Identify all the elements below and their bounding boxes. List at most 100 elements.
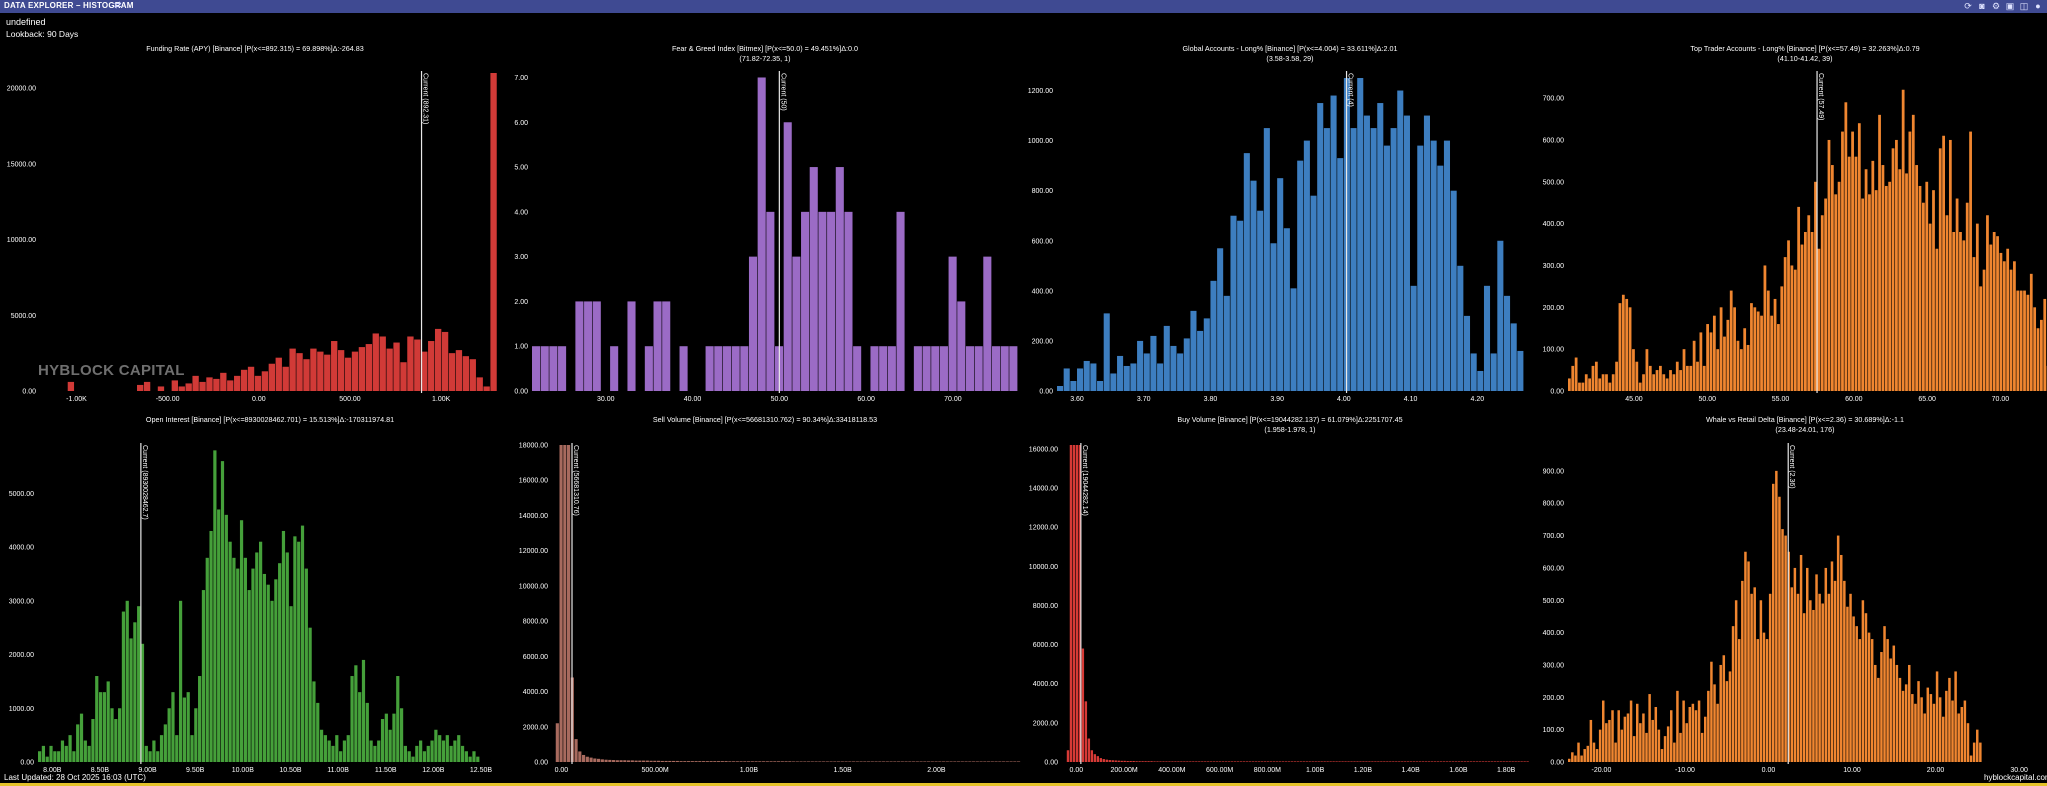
histogram-bar bbox=[1595, 749, 1599, 762]
histogram-bar bbox=[1849, 593, 1852, 762]
histogram-bar bbox=[1580, 755, 1583, 762]
histogram-bar bbox=[1571, 752, 1574, 762]
histogram-bar bbox=[1957, 713, 1960, 762]
y-tick-label: 900.00 bbox=[1543, 468, 1565, 475]
histogram-bar bbox=[1979, 742, 1982, 762]
x-tick-label: 10.00 bbox=[1843, 767, 1861, 774]
y-tick-label: 200.00 bbox=[1543, 695, 1565, 702]
histogram-bar bbox=[1598, 729, 1602, 762]
chart-title: Whale vs Retail Delta [Binance] [P(x<=2.… bbox=[1706, 415, 1904, 424]
site-label: hyblockcapital.com bbox=[1984, 773, 2047, 782]
histogram-bar bbox=[1710, 661, 1713, 762]
histogram-bar bbox=[1852, 616, 1855, 762]
histogram-bar bbox=[1663, 736, 1667, 762]
histogram-bar bbox=[1605, 723, 1608, 762]
histogram-bar bbox=[1614, 742, 1617, 762]
histogram-bar bbox=[1716, 703, 1719, 762]
histogram-bar bbox=[1731, 626, 1735, 762]
histogram-bar bbox=[1719, 664, 1722, 762]
histogram-bar bbox=[1728, 671, 1732, 762]
histogram-bar bbox=[1759, 600, 1763, 762]
histogram-bar bbox=[1877, 677, 1880, 762]
histogram-bar bbox=[1722, 655, 1726, 762]
histogram-bar bbox=[1908, 664, 1911, 762]
histogram-bar bbox=[1951, 700, 1954, 762]
histogram-bar bbox=[1648, 694, 1651, 762]
histogram-bar bbox=[1966, 723, 1970, 762]
histogram-bar bbox=[1623, 716, 1627, 762]
histogram-bar bbox=[1586, 745, 1590, 762]
x-tick-label: -10.00 bbox=[1675, 767, 1695, 774]
histogram-bar bbox=[1920, 697, 1923, 762]
histogram-bar bbox=[1642, 713, 1645, 762]
histogram-bar bbox=[1889, 658, 1892, 762]
histogram-bar bbox=[1753, 587, 1756, 762]
histogram-bar bbox=[1895, 664, 1899, 762]
histogram-bar bbox=[1855, 626, 1858, 762]
histogram-bar bbox=[1778, 496, 1781, 762]
histogram-bar bbox=[1660, 749, 1664, 762]
y-tick-label: 0.00 bbox=[1550, 760, 1564, 767]
histogram-bar bbox=[1954, 671, 1957, 762]
histogram-bar bbox=[1840, 554, 1843, 762]
histogram-bar bbox=[1827, 593, 1831, 762]
histogram-bar bbox=[1781, 529, 1784, 762]
histogram-bar bbox=[1867, 632, 1871, 762]
histogram-bar bbox=[1917, 681, 1920, 762]
histogram-bar bbox=[1824, 567, 1828, 762]
histogram-bar bbox=[1883, 626, 1886, 762]
histogram-bar bbox=[1602, 700, 1605, 762]
histogram-bar bbox=[1704, 716, 1707, 762]
histogram-bar bbox=[1577, 742, 1580, 762]
y-tick-label: 600.00 bbox=[1543, 565, 1565, 572]
y-tick-label: 100.00 bbox=[1543, 727, 1565, 734]
histogram-bar bbox=[1846, 606, 1849, 762]
histogram-bar bbox=[1691, 703, 1695, 762]
histogram-bar bbox=[1725, 681, 1729, 762]
histogram-bar bbox=[1960, 707, 1964, 762]
y-tick-label: 400.00 bbox=[1543, 630, 1565, 637]
histogram-bar bbox=[1874, 664, 1877, 762]
histogram-bar bbox=[1836, 535, 1840, 762]
histogram-bar bbox=[1815, 574, 1818, 762]
histogram-bar bbox=[1654, 707, 1658, 762]
histogram-bar bbox=[1744, 551, 1747, 762]
histogram-bar bbox=[1583, 749, 1586, 762]
last-updated-label: Last Updated: 28 Oct 2025 16:03 (UTC) bbox=[4, 773, 146, 782]
histogram-bar bbox=[1942, 716, 1945, 762]
histogram-bar bbox=[1793, 567, 1797, 762]
chart-subtitle: (23.48-24.01, 176) bbox=[1775, 425, 1834, 434]
histogram-panel-8: Whale vs Retail Delta [Binance] [P(x<=2.… bbox=[1543, 415, 2028, 774]
histogram-bar bbox=[1821, 603, 1824, 762]
histogram-bar bbox=[1938, 697, 1942, 762]
histogram-bar bbox=[1886, 639, 1889, 762]
x-tick-label: 0.00 bbox=[1762, 767, 1776, 774]
histogram-bar bbox=[1713, 684, 1716, 762]
histogram-bar bbox=[1629, 700, 1633, 762]
histogram-bar bbox=[1750, 593, 1753, 762]
histogram-bar bbox=[1812, 609, 1815, 762]
histogram-bar bbox=[1976, 729, 1979, 762]
histogram-bar bbox=[1645, 732, 1648, 762]
histogram-bar bbox=[1858, 639, 1862, 762]
histogram-bar bbox=[1790, 587, 1794, 762]
histogram-bar bbox=[1626, 713, 1630, 762]
histogram-bar bbox=[1768, 593, 1772, 762]
histogram-bar bbox=[1651, 719, 1654, 762]
histogram-bar bbox=[1617, 710, 1620, 762]
histogram-bar bbox=[1688, 707, 1692, 762]
histogram-bar bbox=[1738, 639, 1741, 762]
histogram-bar bbox=[1589, 719, 1593, 762]
histogram-bar bbox=[1923, 713, 1926, 762]
histogram-bar bbox=[1700, 732, 1704, 762]
histogram-bar bbox=[1707, 690, 1710, 762]
histogram-bar bbox=[1969, 755, 1973, 762]
histogram-bar bbox=[1932, 703, 1936, 762]
histogram-bar bbox=[1948, 677, 1951, 762]
y-tick-label: 300.00 bbox=[1543, 662, 1565, 669]
histogram-bar bbox=[1636, 703, 1639, 762]
histogram-bars bbox=[1568, 470, 1982, 762]
histogram-bar bbox=[1639, 723, 1642, 762]
histogram-bar bbox=[1818, 593, 1821, 762]
histogram-bar bbox=[1568, 758, 1571, 762]
